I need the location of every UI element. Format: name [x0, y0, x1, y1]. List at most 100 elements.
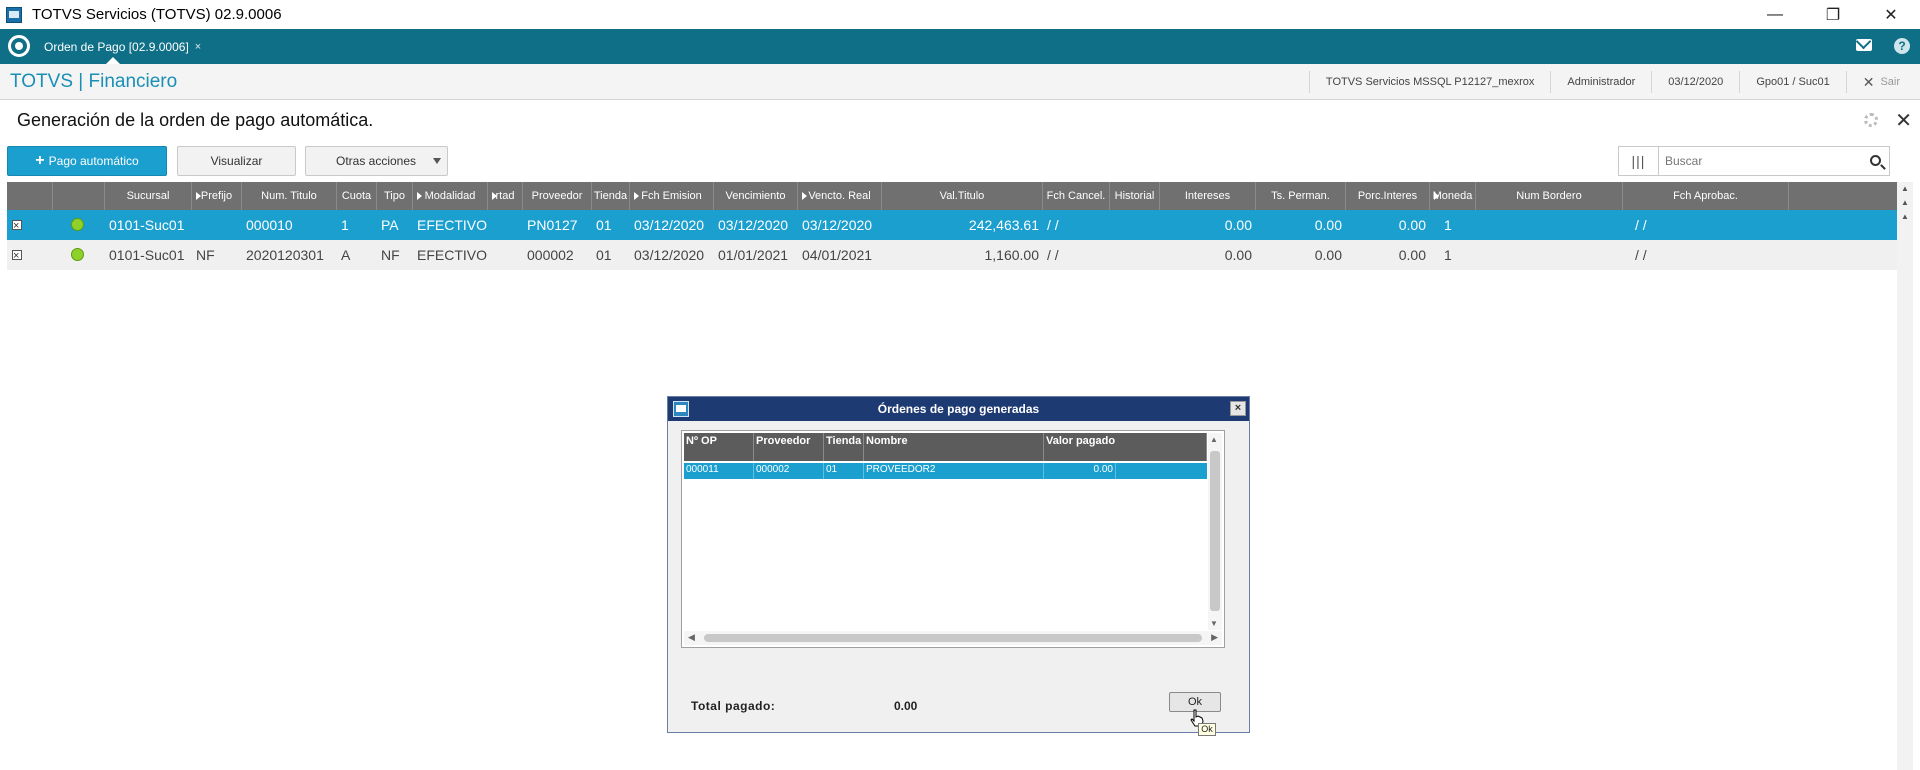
grid-header: Sucursal Prefijo Num. Titulo Cuota Tipo …	[7, 182, 1897, 210]
header-prefijo[interactable]: Prefijo	[192, 182, 242, 210]
tab-label: Orden de Pago [02.9.0006]	[44, 39, 189, 54]
cell-num-titulo: 000010	[246, 217, 293, 233]
header-num-titulo[interactable]: Num. Titulo	[242, 182, 337, 210]
cell-sucursal: 0101-Suc01	[109, 247, 185, 263]
checkbox-icon[interactable]	[12, 211, 22, 240]
header-rtad[interactable]: rtad	[488, 182, 523, 210]
date-info: 03/12/2020	[1651, 71, 1739, 93]
dlg-cell-nombre: PROVEEDOR2	[864, 463, 1044, 479]
tab-close-icon[interactable]: ×	[195, 41, 201, 53]
mail-icon[interactable]	[1856, 39, 1872, 51]
pago-automatico-button[interactable]: + Pago automático	[7, 146, 167, 176]
cell-tipo: PA	[381, 217, 399, 233]
scroll-thumb[interactable]	[704, 634, 1202, 642]
scroll-down-icon[interactable]: ▼	[1210, 619, 1218, 628]
pago-automatico-label: Pago automático	[48, 154, 139, 168]
columns-toggle-button[interactable]: |||	[1619, 147, 1659, 175]
scroll-thumb[interactable]	[1210, 451, 1220, 611]
cell-num-titulo: 2020120301	[246, 247, 324, 263]
exit-button[interactable]: ✕ Sair	[1845, 71, 1920, 93]
help-icon[interactable]: ?	[1894, 38, 1910, 54]
header-vencto-real[interactable]: Vencto. Real	[798, 182, 882, 210]
cell-val-titulo: 242,463.61	[968, 217, 1039, 233]
cell-fch-cancel: / /	[1047, 217, 1059, 233]
totvs-logo-icon[interactable]	[8, 35, 30, 57]
dlg-cell-tienda: 01	[824, 463, 864, 479]
dlg-header-tienda[interactable]: Tienda	[824, 433, 864, 461]
header-intereses[interactable]: Intereses	[1160, 182, 1256, 210]
dialog-grid-header: Nº OP Proveedor Tienda Nombre Valor paga…	[684, 433, 1207, 461]
header-moneda[interactable]: Moneda	[1430, 182, 1476, 210]
row-check[interactable]	[7, 240, 53, 270]
scroll-up-icon[interactable]: ▲	[1210, 435, 1218, 444]
exit-label: Sair	[1880, 76, 1900, 88]
checkbox-icon[interactable]	[12, 241, 22, 270]
cell-proveedor: PN0127	[527, 217, 578, 233]
header-check[interactable]	[7, 182, 53, 210]
dialog-table-row[interactable]: 000011 000002 01 PROVEEDOR2 0.00	[684, 463, 1207, 479]
header-val-titulo[interactable]: Val.Titulo	[882, 182, 1043, 210]
scroll-up-small-icon[interactable]: ▲	[1897, 210, 1913, 224]
cell-fch-aprobac: / /	[1635, 217, 1647, 233]
dialog-vertical-scrollbar[interactable]: ▲ ▼	[1208, 433, 1222, 630]
active-tab-indicator	[106, 57, 120, 64]
header-fch-cancel[interactable]: Fch Cancel.	[1043, 182, 1110, 210]
user-info: Administrador	[1550, 71, 1651, 93]
close-window-icon[interactable]: ✕	[1862, 0, 1920, 29]
dialog-horizontal-scrollbar[interactable]: ◀ ▶	[684, 631, 1222, 645]
cell-rtad	[488, 240, 523, 270]
header-fch-aprobac[interactable]: Fch Aprobac.	[1623, 182, 1789, 210]
scroll-left-icon[interactable]: ◀	[688, 632, 695, 643]
module-name: TOTVS | Financiero	[10, 71, 178, 92]
dlg-header-nombre[interactable]: Nombre	[864, 433, 1044, 461]
header-tienda[interactable]: Tienda	[592, 182, 630, 210]
search-icon[interactable]	[1870, 155, 1881, 166]
restore-icon[interactable]: ❐	[1804, 0, 1862, 29]
search-input[interactable]	[1659, 148, 1859, 174]
cell-historial	[1110, 210, 1160, 240]
row-check[interactable]	[7, 210, 53, 240]
header-historial[interactable]: Historial	[1110, 182, 1160, 210]
header-tipo[interactable]: Tipo	[377, 182, 413, 210]
cell-moneda: 1	[1444, 217, 1452, 233]
header-porc-interes[interactable]: Porc.Interes	[1346, 182, 1430, 210]
server-info: TOTVS Servicios MSSQL P12127_mexrox	[1308, 71, 1550, 93]
scroll-right-icon[interactable]: ▶	[1211, 632, 1218, 643]
header-proveedor[interactable]: Proveedor	[523, 182, 592, 210]
dialog-grid: Nº OP Proveedor Tienda Nombre Valor paga…	[681, 430, 1225, 648]
header-modalidad[interactable]: Modalidad	[413, 182, 488, 210]
cell-val-titulo: 1,160.00	[984, 247, 1040, 263]
cell-intereses: 0.00	[1224, 247, 1252, 263]
header-cuota[interactable]: Cuota	[337, 182, 377, 210]
scroll-up-icon[interactable]: ▲	[1897, 196, 1913, 210]
cell-rtad	[488, 210, 523, 240]
cell-num-bordero	[1476, 240, 1623, 270]
chevron-down-icon	[433, 158, 441, 164]
dlg-header-valor[interactable]: Valor pagado	[1044, 433, 1207, 461]
gear-icon[interactable]	[1864, 113, 1878, 127]
header-fch-emision[interactable]: Fch Emision	[630, 182, 714, 210]
header-num-bordero[interactable]: Num Bordero	[1476, 182, 1623, 210]
header-vencimiento[interactable]: Vencimiento	[714, 182, 798, 210]
cell-porc-interes: 0.00	[1398, 217, 1426, 233]
total-pagado-value: 0.00	[894, 699, 918, 713]
header-ts-perman[interactable]: Ts. Perman.	[1256, 182, 1346, 210]
dlg-header-proveedor[interactable]: Proveedor	[754, 433, 824, 461]
cell-fch-emision: 03/12/2020	[634, 217, 705, 233]
dialog-close-icon[interactable]: ×	[1230, 401, 1246, 416]
table-row[interactable]: 0101-Suc01 NF 2020120301 A NF EFECTIVO 0…	[7, 240, 1897, 270]
minimize-icon[interactable]: —	[1746, 0, 1804, 29]
scroll-top-icon[interactable]: ▲	[1897, 182, 1913, 196]
otras-acciones-button[interactable]: Otras acciones	[305, 146, 448, 176]
close-page-icon[interactable]: ✕	[1895, 108, 1912, 133]
dlg-header-op[interactable]: Nº OP	[684, 433, 754, 461]
cell-ts-perman: 0.00	[1314, 247, 1342, 263]
tab-orden-de-pago[interactable]: Orden de Pago [02.9.0006] ×	[38, 29, 207, 64]
visualizar-button[interactable]: Visualizar	[177, 146, 296, 176]
header-status[interactable]	[53, 182, 105, 210]
exit-icon: ✕	[1862, 74, 1875, 90]
header-sucursal[interactable]: Sucursal	[105, 182, 192, 210]
columns-icon: |||	[1631, 153, 1646, 169]
table-row[interactable]: 0101-Suc01 000010 1 PA EFECTIVO PN0127 0…	[7, 210, 1897, 240]
grid-vertical-scrollbar[interactable]: ▲ ▲ ▲	[1897, 182, 1913, 770]
